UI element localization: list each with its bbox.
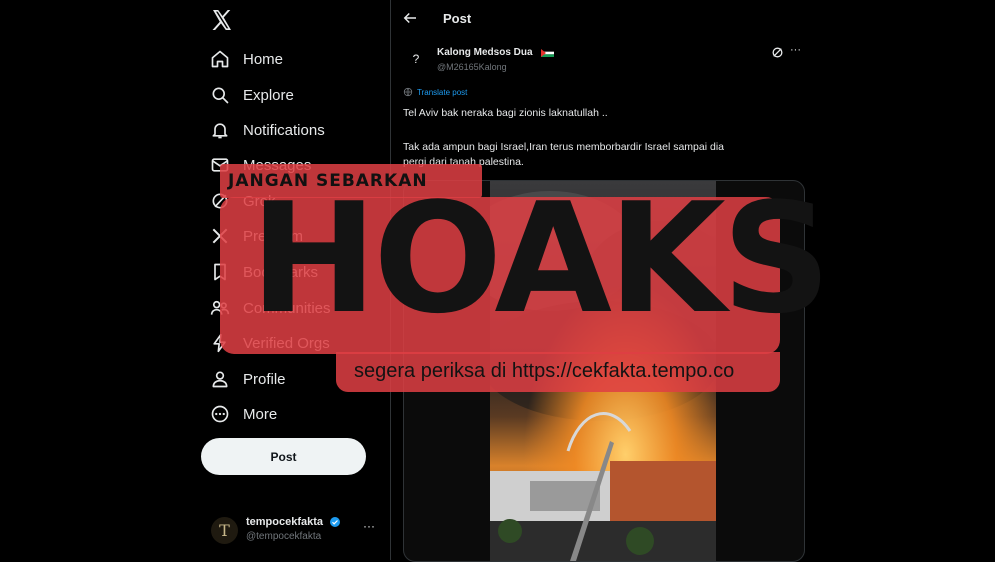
nav-explore-label: Explore	[243, 86, 294, 104]
account-switcher[interactable]: T tempocekfakta @tempocekfakta ···	[208, 513, 388, 549]
people-icon	[210, 300, 230, 315]
back-arrow-icon[interactable]	[401, 9, 419, 27]
author-handle[interactable]: @M26165Kalong	[437, 62, 507, 72]
nav-more-label: More	[243, 405, 278, 423]
author-name[interactable]: Kalong Medsos Dua	[437, 47, 533, 58]
tweet-media[interactable]	[403, 180, 805, 562]
avatar: T	[211, 517, 238, 544]
nav-explore[interactable]: Explore	[210, 80, 294, 110]
nav-notifications-label: Notifications	[243, 121, 325, 139]
account-more-icon[interactable]: ···	[363, 519, 375, 533]
nav-verified-orgs-label: Verified Orgs	[243, 334, 330, 352]
verified-badge-icon	[330, 517, 340, 527]
page-title: Post	[443, 11, 472, 26]
nav-more[interactable]: More	[210, 399, 277, 429]
nav-premium[interactable]: Premium	[210, 221, 303, 251]
nav-bookmarks[interactable]: Bookmarks	[210, 257, 318, 287]
nav-profile-label: Profile	[243, 370, 286, 388]
nav-communities[interactable]: Communities	[210, 293, 331, 323]
fire-photo	[490, 181, 716, 561]
x-logo-icon[interactable]	[210, 8, 234, 32]
nav-grok[interactable]: Grok	[210, 186, 276, 216]
translate-label: Translate post	[417, 87, 468, 97]
nav-messages-label: Messages	[243, 156, 312, 174]
nav-home[interactable]: Home	[210, 44, 283, 74]
nav-home-label: Home	[243, 50, 284, 68]
nav-verified-orgs[interactable]: Verified Orgs	[210, 328, 330, 358]
nav-communities-label: Communities	[243, 299, 331, 317]
nav-profile[interactable]: Profile	[210, 364, 286, 394]
nav-bookmarks-label: Bookmarks	[243, 263, 319, 281]
account-name: tempocekfakta	[246, 516, 324, 528]
post-more-icon[interactable]: ···	[790, 44, 801, 56]
grok-icon	[212, 193, 228, 209]
home-icon	[211, 50, 229, 68]
nav-messages[interactable]: Messages	[210, 150, 311, 180]
grok-icon[interactable]	[771, 46, 784, 59]
more-circle-icon	[211, 405, 229, 423]
search-icon	[212, 87, 229, 104]
post-detail: Post ? Kalong Medsos Dua @M26165Kalong ·…	[391, 0, 811, 562]
tweet-text-line: Tel Aviv bak neraka bagi zionis laknatul…	[403, 107, 608, 119]
x-logo-icon	[212, 228, 228, 244]
palestine-flag-icon	[541, 49, 554, 57]
nav-grok-label: Grok	[243, 192, 276, 210]
post-button[interactable]: Post	[201, 438, 366, 475]
bookmark-icon	[214, 263, 226, 281]
nav-notifications[interactable]: Notifications	[210, 115, 325, 145]
person-icon	[212, 371, 228, 388]
tweet-text-line: pergi dari tanah palestina.	[403, 156, 524, 168]
translate-post-link[interactable]: Translate post	[403, 87, 467, 97]
sidebar: Home Explore Notifications Messages Grok…	[200, 0, 390, 560]
account-handle: @tempocekfakta	[246, 531, 322, 542]
bell-icon	[212, 123, 228, 139]
globe-icon	[403, 87, 413, 97]
nav-premium-label: Premium	[243, 227, 304, 245]
tweet-text-line: Tak ada ampun bagi Israel,Iran terus mem…	[403, 141, 724, 153]
author-avatar[interactable]: ?	[403, 46, 429, 72]
lightning-icon	[213, 333, 226, 353]
envelope-icon	[211, 158, 229, 172]
